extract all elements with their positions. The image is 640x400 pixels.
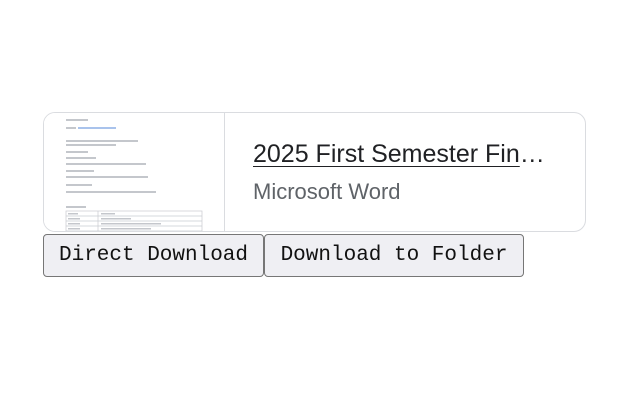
file-preview-card[interactable]: 2025 First Semester Final Exam Schedule … [43, 112, 586, 232]
download-to-folder-button[interactable]: Download to Folder [264, 234, 524, 277]
direct-download-button[interactable]: Direct Download [43, 234, 264, 277]
document-preview-image [44, 113, 224, 231]
file-title-link[interactable]: 2025 First Semester Final Exam Schedule [253, 137, 553, 171]
document-thumbnail[interactable] [44, 113, 225, 231]
file-type-label: Microsoft Word [253, 179, 401, 204]
